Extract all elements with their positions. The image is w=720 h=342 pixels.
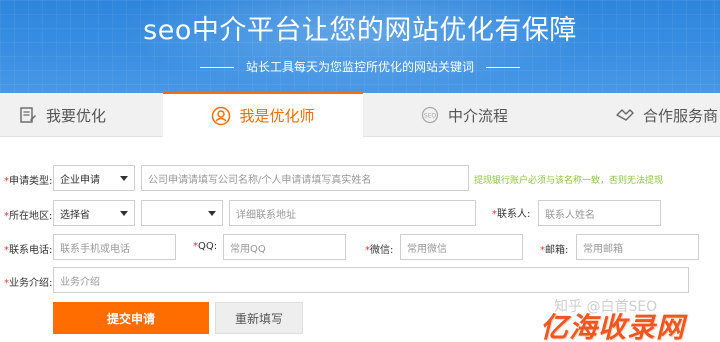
apply-type-select[interactable]: 企业申请 — [53, 165, 135, 191]
tab-partners[interactable]: 合作服务商 — [615, 93, 718, 137]
phone-input[interactable]: 联系手机或电话 — [53, 234, 176, 260]
tab-label: 我要优化 — [46, 106, 107, 125]
subtitle-left-rule — [200, 67, 235, 68]
email-label: *邮箱: — [540, 245, 569, 256]
banner-subtitle-row: 站长工具每天为您监控所优化的网站关键词 — [0, 58, 720, 75]
header-banner: seo中介平台让您的网站优化有保障 站长工具每天为您监控所优化的网站关键词 — [0, 0, 720, 93]
tab-label: 我是优化师 — [239, 107, 315, 125]
phone-label: *联系电话: — [4, 245, 53, 256]
company-name-input[interactable]: 公司申请请填写公司名称/个人申请请填写真实姓名 — [141, 165, 469, 191]
user-badge-icon — [211, 106, 231, 126]
reset-button[interactable]: 重新填写 — [215, 302, 303, 334]
banner-subtitle: 站长工具每天为您监控所优化的网站关键词 — [245, 60, 474, 74]
svg-text:SEO: SEO — [424, 113, 437, 120]
qq-label: *QQ: — [193, 241, 218, 252]
tab-i-am-optimizer[interactable]: 我是优化师 — [163, 91, 363, 137]
doc-edit-icon — [18, 105, 38, 125]
intro-label: *业务介绍: — [4, 278, 53, 289]
handshake-icon — [615, 105, 635, 125]
subtitle-right-rule — [485, 67, 520, 68]
email-input[interactable]: 常用邮箱 — [576, 234, 699, 260]
wechat-label: *微信: — [365, 245, 394, 256]
qq-input[interactable]: 常用QQ — [223, 234, 346, 260]
name-hint: 提现银行账户必须与该名称一致，否则无法提现 — [474, 176, 664, 186]
address-input[interactable]: 详细联系地址 — [229, 200, 476, 226]
submit-button[interactable]: 提交申请 — [53, 302, 209, 334]
apply-type-label: *申请类型: — [4, 176, 53, 187]
chevron-down-icon — [120, 211, 128, 216]
tab-want-optimize[interactable]: 我要优化 — [18, 93, 106, 137]
tab-bar: 我要优化 我是优化师 SEO 中介流程 合作服务商 — [0, 91, 720, 137]
tab-process[interactable]: SEO 中介流程 — [420, 93, 508, 137]
site-logo-watermark: 亿海收录网 — [540, 311, 686, 342]
process-circle-icon: SEO — [420, 105, 440, 125]
region-label: *所在地区: — [4, 211, 53, 222]
chevron-down-icon — [120, 176, 128, 181]
banner-title: seo中介平台让您的网站优化有保障 — [143, 15, 577, 46]
tab-label: 合作服务商 — [643, 106, 719, 125]
contact-name-input[interactable]: 联系人姓名 — [538, 200, 661, 226]
business-intro-input[interactable]: 业务介绍 — [53, 267, 689, 293]
contact-label: *联系人: — [492, 209, 531, 220]
wechat-input[interactable]: 常用微信 — [400, 234, 523, 260]
province-select[interactable]: 选择省 — [53, 200, 135, 226]
chevron-down-icon — [208, 211, 216, 216]
city-select[interactable] — [141, 200, 223, 226]
tab-label: 中介流程 — [448, 106, 509, 125]
